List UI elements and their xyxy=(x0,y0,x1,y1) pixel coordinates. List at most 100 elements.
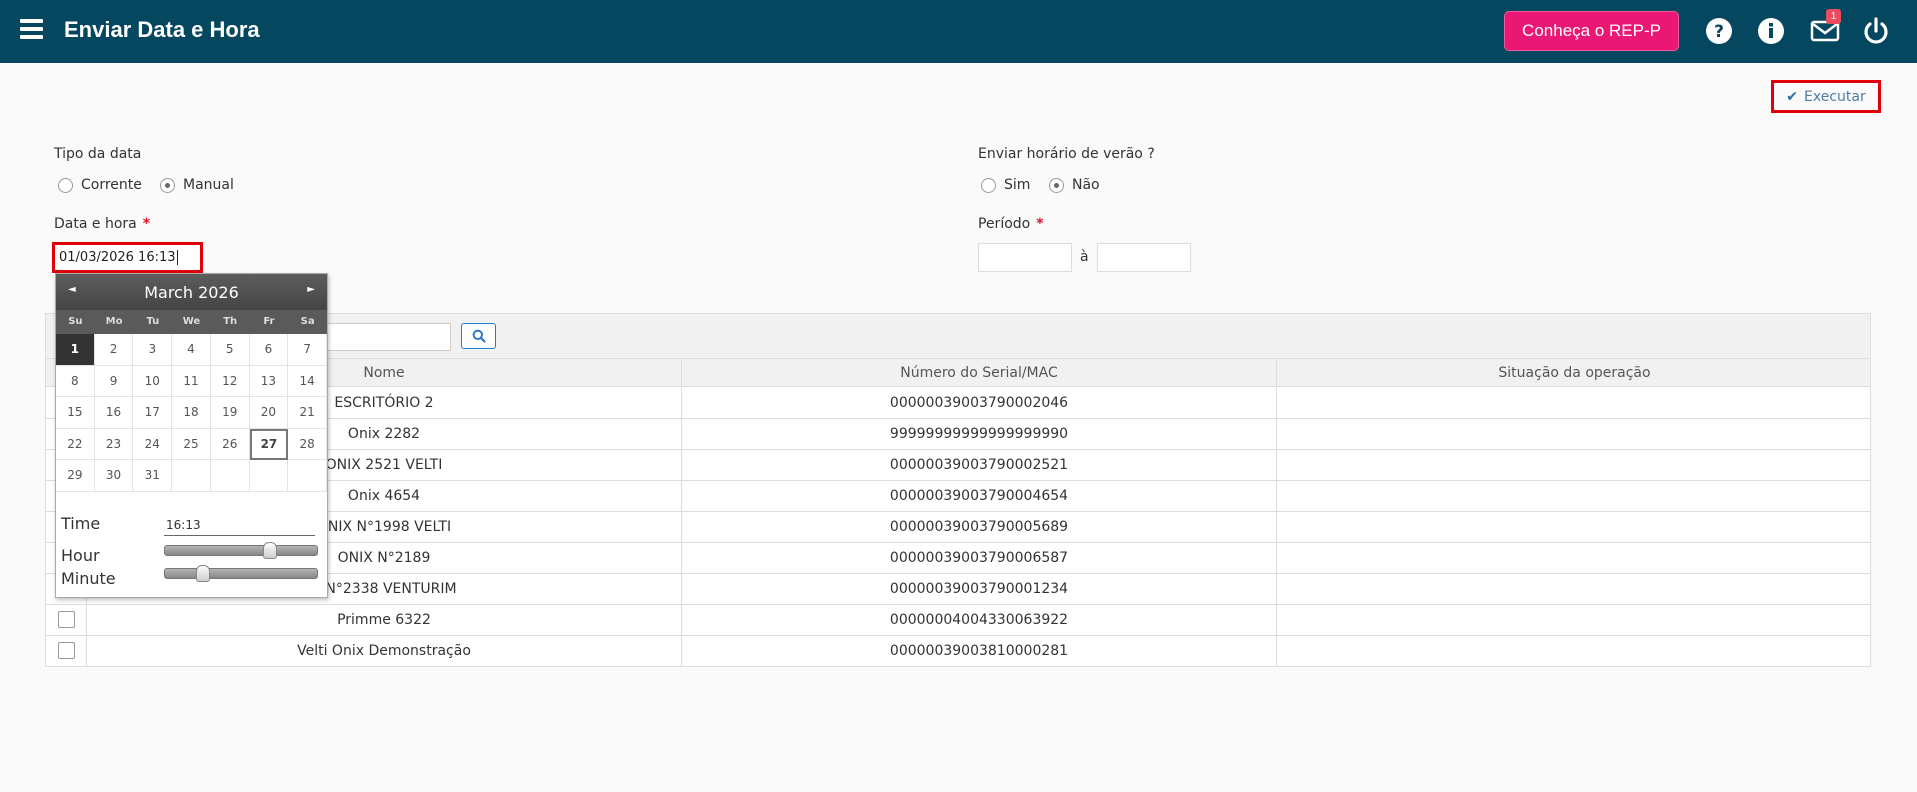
name-cell: Primme 6322 xyxy=(86,605,681,636)
day-cell[interactable]: 9 xyxy=(94,365,134,397)
top-bar: Enviar Data e Hora Conheça o REP-P ? 1 xyxy=(0,0,1917,63)
weekday-label: We xyxy=(182,316,201,327)
next-month-icon[interactable]: ► xyxy=(307,284,315,295)
day-cell[interactable]: 17 xyxy=(133,397,173,429)
datepicker-header: ◄ March 2026 ► xyxy=(56,274,327,310)
weekday-label: Fr xyxy=(263,316,275,327)
day-cell[interactable]: 29 xyxy=(56,460,95,492)
day-cell[interactable]: 24 xyxy=(133,428,173,460)
date-type-label: Tipo da data xyxy=(54,146,142,162)
table-row[interactable]: Primme 6322 00000004004330063922 xyxy=(46,605,1870,636)
empty-day-cell xyxy=(288,460,327,492)
row-checkbox[interactable] xyxy=(58,642,75,659)
day-cell[interactable]: 8 xyxy=(56,365,95,397)
check-icon: ✔ xyxy=(1786,88,1798,105)
day-cell[interactable]: 30 xyxy=(94,460,134,492)
name-cell: Velti Onix Demonstração xyxy=(86,636,681,667)
radio-dot xyxy=(1049,177,1064,193)
hour-label: Hour xyxy=(61,546,100,565)
column-header-serial[interactable]: Número do Serial/MAC xyxy=(681,359,1276,387)
radio-dot xyxy=(160,177,175,193)
day-cell[interactable]: 31 xyxy=(133,460,173,492)
page-title: Enviar Data e Hora xyxy=(64,17,260,42)
datepicker-popup: ◄ March 2026 ► Su Mo Tu We Th Fr Sa 1234567891… xyxy=(55,273,328,598)
weekday-label: Th xyxy=(223,316,238,327)
search-button[interactable] xyxy=(461,323,496,349)
column-header-status[interactable]: Situação da operação xyxy=(1276,359,1872,387)
datetime-value: 01/03/2026 16:13 xyxy=(59,250,176,265)
empty-day-cell xyxy=(210,460,250,492)
radio-corrente[interactable]: Corrente xyxy=(58,177,142,193)
radio-label: Não xyxy=(1072,177,1100,193)
empty-day-cell xyxy=(172,460,211,492)
period-label-text: Período xyxy=(978,216,1031,232)
minute-slider[interactable] xyxy=(164,565,318,582)
day-cell[interactable]: 12 xyxy=(210,365,250,397)
day-cell[interactable]: 26 xyxy=(210,428,250,460)
required-mark: * xyxy=(1036,216,1044,232)
rep-p-button[interactable]: Conheça o REP-P xyxy=(1504,11,1679,51)
day-cell[interactable]: 21 xyxy=(288,397,327,429)
radio-manual[interactable]: Manual xyxy=(160,177,234,193)
required-mark: * xyxy=(142,216,151,232)
day-cell[interactable]: 25 xyxy=(172,428,211,460)
status-cell xyxy=(1276,636,1872,667)
day-cell[interactable]: 22 xyxy=(56,428,95,460)
status-cell xyxy=(1276,574,1872,605)
row-checkbox[interactable] xyxy=(58,611,75,628)
day-cell[interactable]: 23 xyxy=(94,428,134,460)
datetime-label: Data e hora * xyxy=(54,216,150,232)
day-cell[interactable]: 19 xyxy=(210,397,250,429)
day-cell[interactable]: 2 xyxy=(94,334,134,366)
day-cell[interactable]: 13 xyxy=(249,365,289,397)
day-cell[interactable]: 16 xyxy=(94,397,134,429)
prev-month-icon[interactable]: ◄ xyxy=(68,284,76,295)
status-cell xyxy=(1276,543,1872,574)
period-end-input[interactable] xyxy=(1097,243,1191,272)
day-cell[interactable]: 15 xyxy=(56,397,95,429)
power-icon[interactable] xyxy=(1861,16,1891,46)
day-cell[interactable]: 3 xyxy=(133,334,173,366)
table-row[interactable]: Velti Onix Demonstração 00000039003810000… xyxy=(46,636,1870,667)
info-icon[interactable] xyxy=(1756,16,1786,46)
help-icon[interactable]: ? xyxy=(1704,16,1734,46)
month-title: March 2026 xyxy=(144,282,239,302)
radio-nao[interactable]: Não xyxy=(1049,177,1100,193)
radio-sim[interactable]: Sim xyxy=(981,177,1030,193)
dst-label: Enviar horário de verão ? xyxy=(978,146,1155,162)
day-cell[interactable]: 4 xyxy=(172,334,211,366)
period-label: Período * xyxy=(978,216,1044,232)
empty-day-cell xyxy=(249,460,289,492)
day-cell[interactable]: 27 xyxy=(249,428,289,460)
hour-slider[interactable] xyxy=(164,542,318,559)
status-cell xyxy=(1276,419,1872,450)
status-cell xyxy=(1276,605,1872,636)
minute-slider-handle[interactable] xyxy=(196,565,210,582)
day-cell[interactable]: 11 xyxy=(172,365,211,397)
weekday-label: Mo xyxy=(105,316,123,327)
serial-cell: 00000039003790002046 xyxy=(681,388,1276,419)
serial-cell: 00000039003790006587 xyxy=(681,543,1276,574)
status-cell xyxy=(1276,512,1872,543)
day-cell[interactable]: 20 xyxy=(249,397,289,429)
day-cell[interactable]: 6 xyxy=(249,334,289,366)
serial-cell: 00000039003790002521 xyxy=(681,450,1276,481)
day-cell[interactable]: 28 xyxy=(288,428,327,460)
time-field: 16:13 xyxy=(164,516,315,536)
execute-button[interactable]: ✔ Executar xyxy=(1771,80,1881,113)
weekday-label: Tu xyxy=(146,316,160,327)
menu-icon[interactable] xyxy=(20,19,43,39)
day-cell[interactable]: 10 xyxy=(133,365,173,397)
day-cell[interactable]: 14 xyxy=(288,365,327,397)
svg-text:?: ? xyxy=(1714,22,1724,42)
hour-slider-handle[interactable] xyxy=(263,542,277,559)
day-cell[interactable]: 5 xyxy=(210,334,250,366)
status-cell xyxy=(1276,450,1872,481)
day-cell[interactable]: 18 xyxy=(172,397,211,429)
day-cell[interactable]: 7 xyxy=(288,334,327,366)
datetime-input[interactable]: 01/03/2026 16:13 xyxy=(52,242,203,273)
period-start-input[interactable] xyxy=(978,243,1072,272)
search-input[interactable] xyxy=(326,323,451,351)
text-cursor xyxy=(176,250,178,265)
day-cell[interactable]: 1 xyxy=(56,334,95,366)
